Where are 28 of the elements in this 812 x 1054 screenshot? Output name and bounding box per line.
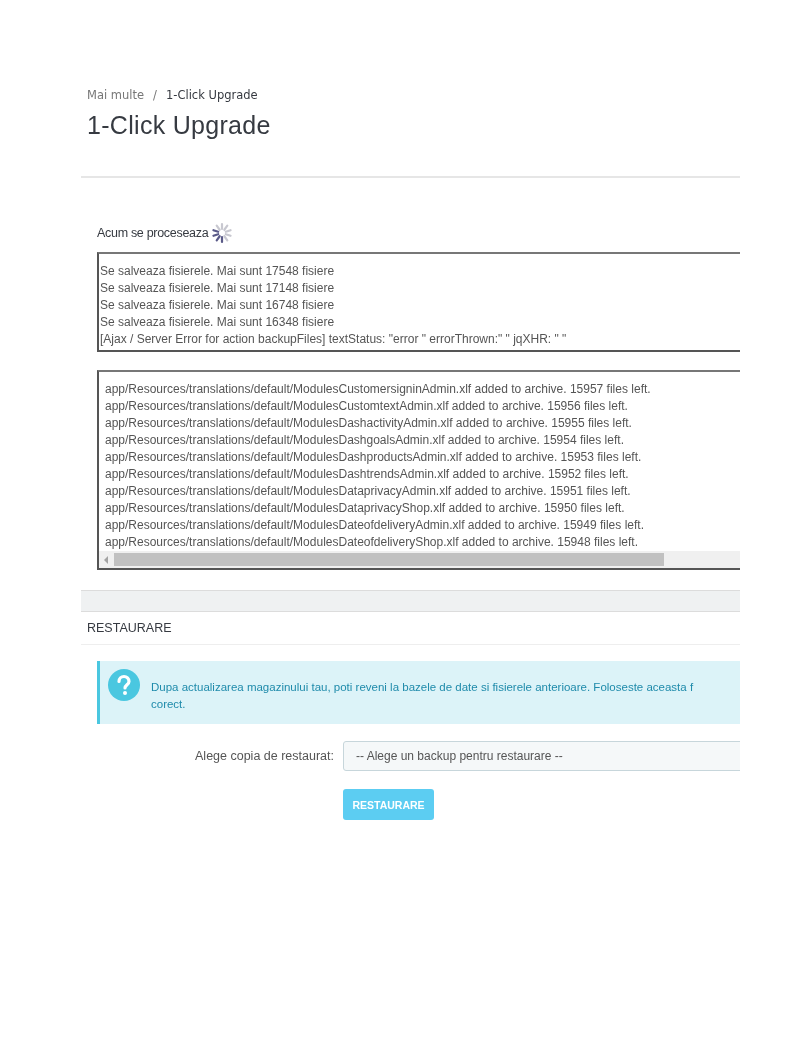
log-line: Se salveaza fisierele. Mai sunt 16748 fisiere bbox=[100, 297, 336, 314]
breadcrumb-separator: / bbox=[153, 88, 157, 102]
field-label: Alege copia de restaurat: bbox=[194, 749, 335, 763]
page-title: 1-Click Upgrade bbox=[87, 111, 272, 140]
scroll-left-icon[interactable] bbox=[104, 555, 108, 564]
breadcrumb-link[interactable]: Mai multe bbox=[87, 88, 145, 102]
log-line: Se salveaza fisierele. Mai sunt 17548 fisiere bbox=[100, 263, 336, 280]
horizontal-scrollbar[interactable] bbox=[99, 551, 740, 568]
log-line: app/Resources/translations/default/ModulesDashactivityAdmin.xlf added to archive. 15955 files left. bbox=[105, 415, 633, 432]
scrollbar-thumb[interactable] bbox=[114, 553, 664, 566]
log-line: app/Resources/translations/default/ModulesDashgoalsAdmin.xlf added to archive. 15954 files left. bbox=[105, 432, 625, 449]
processing-label: Acum se proceseaza bbox=[97, 226, 209, 240]
backup-select[interactable]: -- Alege un backup pentru restaurare -- bbox=[343, 741, 740, 771]
log-line: [Ajax / Server Error for action backupFiles] textStatus: "error " errorThrown:" " jqXHR: " " bbox=[100, 331, 568, 348]
log-line: app/Resources/translations/default/ModulesDataprivacyAdmin.xlf added to archive. 15951 files left. bbox=[105, 483, 632, 500]
question-icon bbox=[108, 669, 140, 701]
log-line: app/Resources/translations/default/ModulesCustomtextAdmin.xlf added to archive. 15956 files left. bbox=[105, 398, 629, 415]
breadcrumb-current: 1-Click Upgrade bbox=[165, 88, 258, 102]
log-line: app/Resources/translations/default/ModulesCustomersigninAdmin.xlf added to archive. 15957 files left. bbox=[105, 381, 652, 398]
log-line: app/Resources/translations/default/ModulesDashtrendsAdmin.xlf added to archive. 15952 files left. bbox=[105, 466, 630, 483]
log-line: app/Resources/translations/default/ModulesDashproductsAdmin.xlf added to archive. 15953 files left. bbox=[105, 449, 643, 466]
log-line: Se salveaza fisierele. Mai sunt 17148 fisiere bbox=[100, 280, 336, 297]
log-line: app/Resources/translations/default/ModulesDataprivacyShop.xlf added to archive. 15950 files left. bbox=[105, 500, 626, 517]
log-line: app/Resources/translations/default/ModulesDateofdeliveryAdmin.xlf added to archive. 15949 files left. bbox=[105, 517, 645, 534]
alert-text: Dupa actualizarea magazinului tau, poti reveni la bazele de date si fisierele anterioare. Foloseste aceasta f corect. bbox=[151, 680, 694, 712]
log-line: app/Resources/translations/default/ModulesDateofdeliveryShop.xlf added to archive. 15948 files left. bbox=[105, 534, 639, 551]
section-heading: RESTAURARE bbox=[81, 612, 740, 645]
log-line: Se salveaza fisierele. Mai sunt 16348 fisiere bbox=[100, 314, 336, 331]
